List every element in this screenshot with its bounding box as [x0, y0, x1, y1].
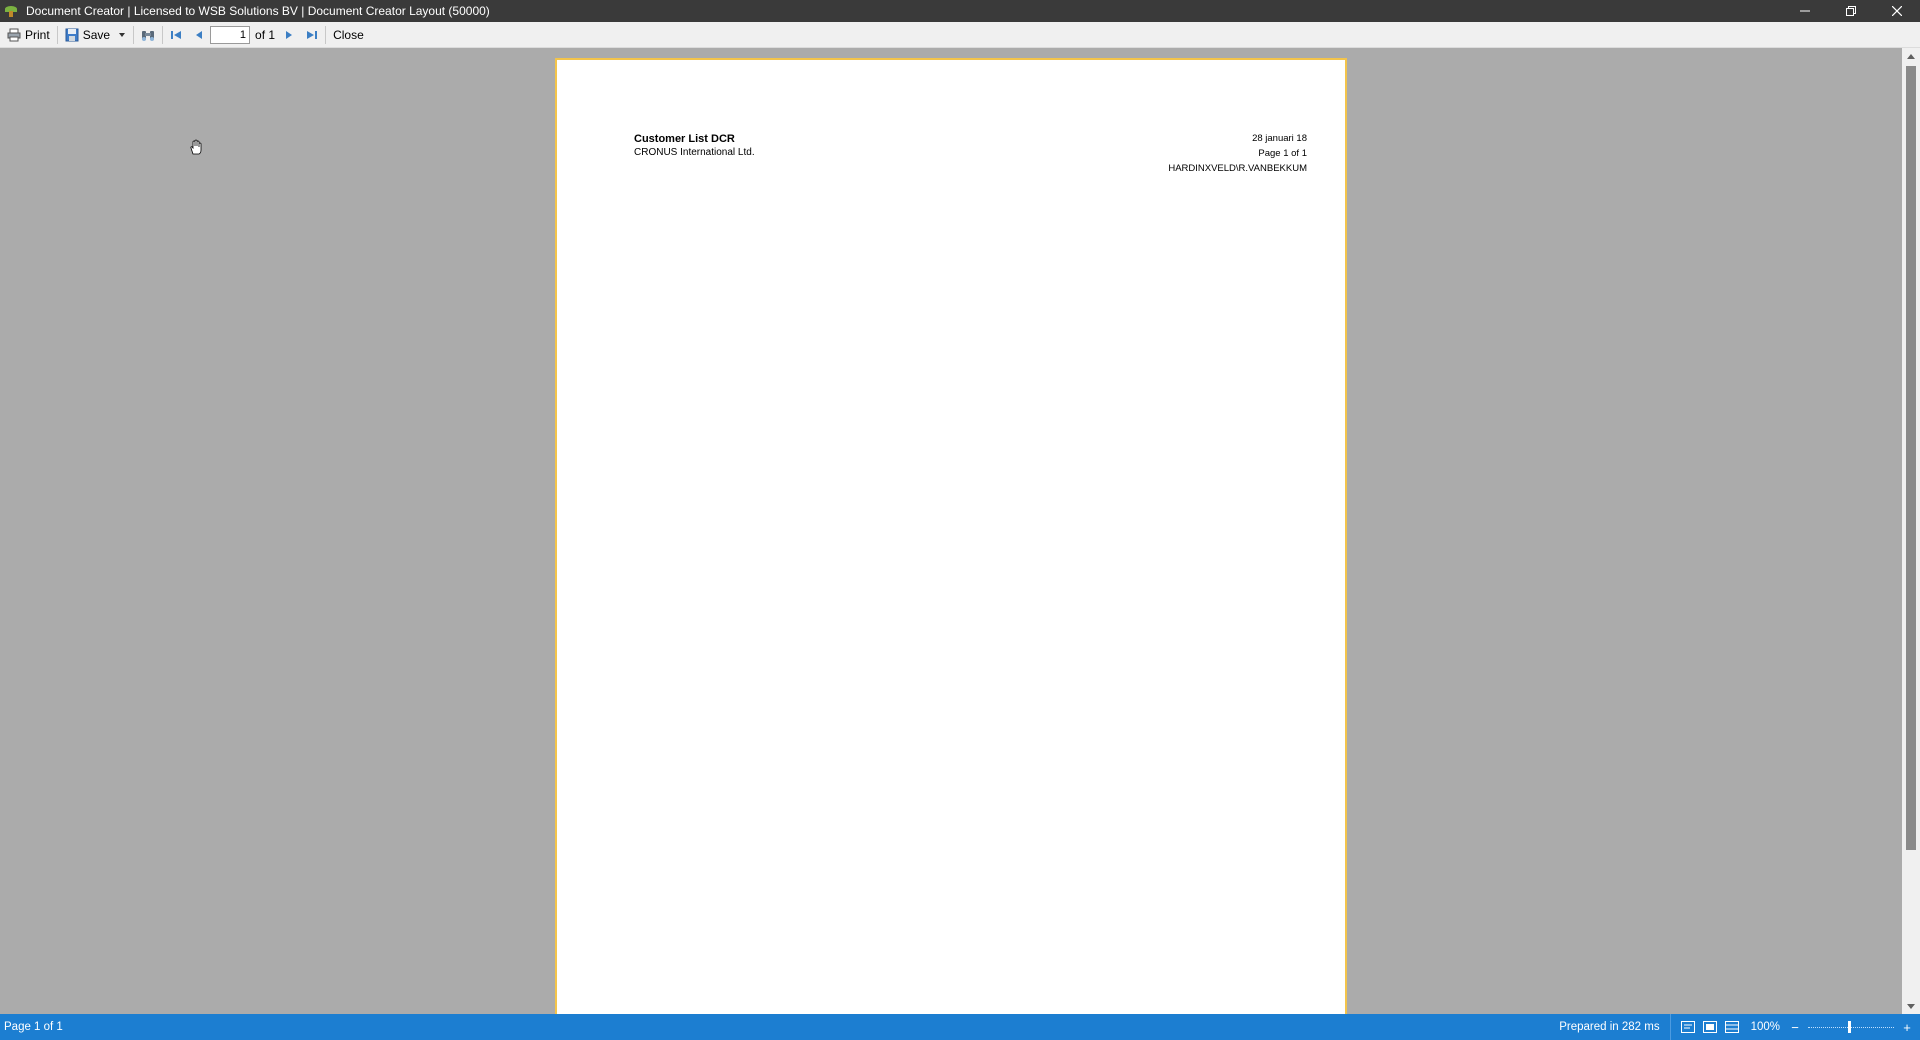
first-page-button[interactable] — [167, 24, 185, 46]
restore-button[interactable] — [1828, 0, 1874, 22]
save-dropdown-button[interactable] — [113, 24, 129, 46]
close-preview-button[interactable]: Close — [330, 24, 367, 46]
report-company: CRONUS International Ltd. — [634, 147, 755, 158]
status-right-group: Prepared in 282 ms 100% − + — [1559, 1014, 1920, 1040]
whole-page-icon — [1724, 1021, 1739, 1033]
toolbar-divider — [56, 25, 58, 44]
toolbar: Print Save of 1 Close — [0, 22, 1920, 48]
restore-icon — [1846, 6, 1856, 16]
print-label: Print — [25, 27, 50, 42]
save-button[interactable]: Save — [62, 24, 113, 46]
previous-page-button[interactable] — [191, 24, 207, 46]
status-prepared-time: Prepared in 282 ms — [1559, 1021, 1660, 1033]
whole-page-view-button[interactable] — [1724, 1020, 1740, 1034]
title-bar: Document Creator | Licensed to WSB Solut… — [0, 0, 1920, 22]
page-number-input[interactable] — [210, 25, 251, 44]
find-button[interactable] — [138, 24, 158, 46]
floppy-disk-icon — [65, 28, 79, 41]
status-divider — [1669, 1014, 1671, 1040]
report-title: Customer List DCR — [634, 133, 735, 145]
first-page-icon — [171, 30, 182, 39]
scroll-up-button[interactable] — [1902, 48, 1920, 64]
toolbar-divider — [162, 25, 164, 44]
window-controls — [1782, 0, 1920, 22]
status-page-info: Page 1 of 1 — [4, 1021, 63, 1033]
report-page: Customer List DCR CRONUS International L… — [555, 58, 1347, 1014]
zoom-level: 100% — [1750, 1021, 1780, 1033]
binoculars-icon — [142, 30, 155, 41]
page-setup-icon — [1680, 1021, 1695, 1033]
preview-area[interactable]: Customer List DCR CRONUS International L… — [0, 48, 1920, 1014]
scroll-down-button[interactable] — [1902, 998, 1920, 1014]
next-page-icon — [286, 30, 293, 39]
last-page-icon — [307, 30, 318, 39]
page-width-icon — [1702, 1021, 1717, 1033]
chevron-down-icon — [119, 32, 126, 37]
minimize-icon — [1800, 10, 1810, 12]
report-page-number: Page 1 of 1 — [1258, 148, 1307, 159]
report-user: HARDINXVELD\R.VANBEKKUM — [1168, 163, 1307, 174]
next-page-button[interactable] — [281, 24, 297, 46]
toolbar-divider — [325, 25, 327, 44]
scroll-up-icon — [1907, 53, 1915, 59]
save-label: Save — [82, 27, 111, 42]
hand-pan-cursor-icon — [190, 139, 202, 155]
zoom-in-button[interactable]: + — [1900, 1020, 1914, 1035]
page-width-view-button[interactable] — [1702, 1020, 1718, 1034]
close-window-button[interactable] — [1874, 0, 1920, 22]
last-page-button[interactable] — [303, 24, 321, 46]
scroll-down-icon — [1907, 1003, 1915, 1009]
toolbar-divider — [133, 25, 135, 44]
report-date: 28 januari 18 — [1252, 133, 1307, 144]
zoom-slider[interactable] — [1808, 1020, 1894, 1034]
status-bar: Page 1 of 1 Prepared in 282 ms 100% − + — [0, 1014, 1920, 1040]
zoom-out-button[interactable]: − — [1788, 1020, 1802, 1035]
zoom-slider-thumb[interactable] — [1848, 1021, 1851, 1033]
page-count-label: of 1 — [255, 27, 276, 42]
printer-icon — [7, 28, 21, 41]
close-label: Close — [333, 27, 364, 42]
vertical-scrollbar[interactable] — [1902, 48, 1920, 1014]
app-logo-icon — [4, 4, 18, 18]
single-page-view-button[interactable] — [1680, 1020, 1696, 1034]
previous-page-icon — [196, 30, 203, 39]
minimize-button[interactable] — [1782, 0, 1828, 22]
scrollbar-thumb[interactable] — [1906, 66, 1916, 850]
window-title: Document Creator | Licensed to WSB Solut… — [26, 4, 490, 18]
print-button[interactable]: Print — [4, 24, 53, 46]
close-icon — [1892, 6, 1902, 16]
